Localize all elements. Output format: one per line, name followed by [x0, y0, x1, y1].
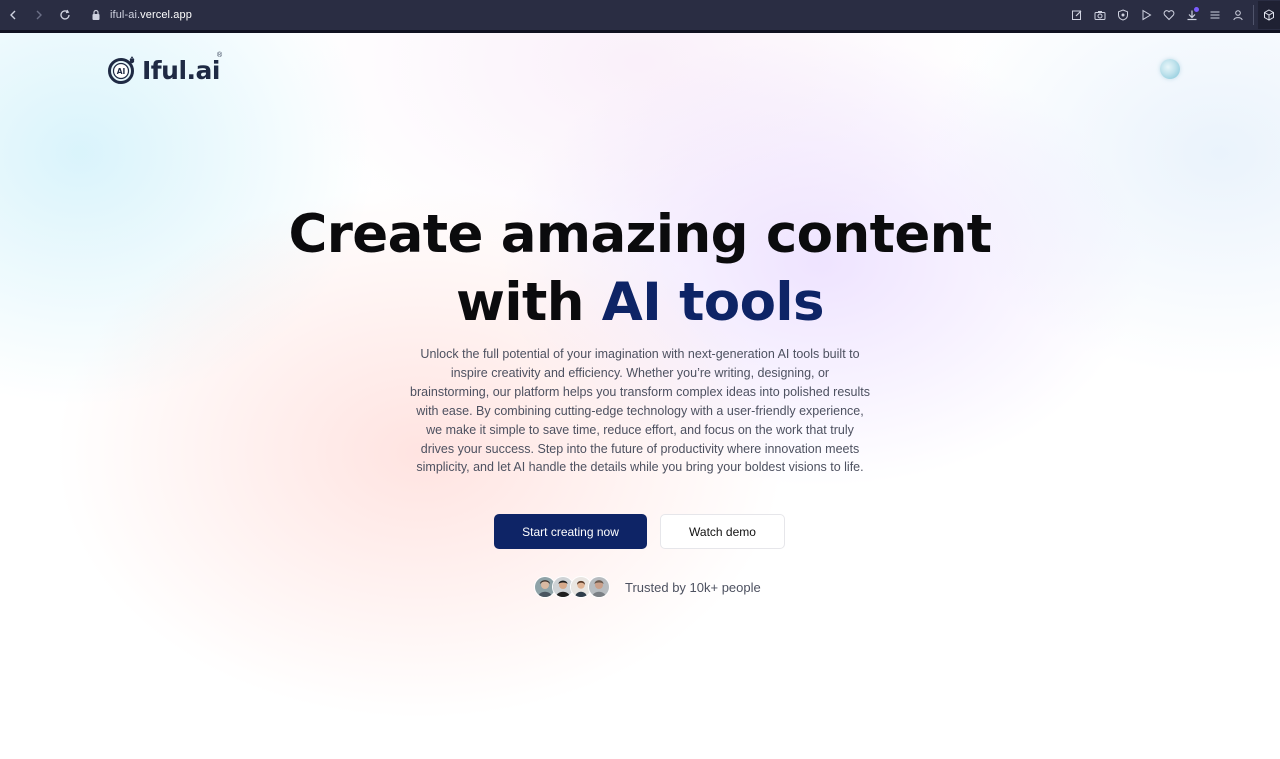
play-icon[interactable] [1134, 1, 1157, 29]
logo-text: Iful.ai [142, 55, 220, 85]
hero-title: Create amazing content with AI tools [0, 201, 1280, 337]
logo-registered-mark: ® [217, 52, 223, 59]
logo-badge: AI [117, 67, 126, 76]
watch-demo-button[interactable]: Watch demo [660, 514, 785, 549]
address-bar[interactable]: iful-ai.vercel.app [88, 4, 192, 26]
browser-nav [0, 1, 78, 29]
avatar-group [534, 576, 610, 598]
reload-icon[interactable] [52, 1, 78, 29]
toolbar-divider [1253, 5, 1254, 25]
lock-icon [88, 9, 104, 21]
profile-icon[interactable] [1226, 1, 1249, 29]
forward-icon[interactable] [26, 1, 52, 29]
shield-icon[interactable] [1111, 1, 1134, 29]
menu-icon[interactable] [1203, 1, 1226, 29]
browser-toolbar: iful-ai.vercel.app [0, 0, 1280, 30]
landing-page: AI Iful.ai ® Create amazing content with… [0, 33, 1280, 759]
hero-title-line2: with [456, 272, 602, 333]
hero-description: Unlock the full potential of your imagin… [410, 347, 870, 475]
hero-title-line1: Create amazing content [288, 204, 992, 265]
logo-icon: AI [108, 56, 135, 84]
browser-actions [1065, 0, 1280, 30]
trust-indicator: Trusted by 10k+ people [534, 576, 761, 598]
back-icon[interactable] [0, 1, 26, 29]
avatar [588, 576, 610, 598]
download-badge [1194, 7, 1199, 12]
theme-toggle-orb[interactable] [1160, 59, 1180, 79]
heart-icon[interactable] [1157, 1, 1180, 29]
url-host: vercel.app [140, 9, 192, 21]
url-text: iful-ai.vercel.app [110, 9, 192, 21]
hero-title-accent: AI tools [601, 272, 825, 333]
edit-icon[interactable] [1065, 1, 1088, 29]
download-icon[interactable] [1180, 1, 1203, 29]
camera-icon[interactable] [1088, 1, 1111, 29]
start-creating-button[interactable]: Start creating now [494, 514, 647, 549]
trust-text: Trusted by 10k+ people [625, 579, 761, 595]
url-prefix: iful-ai. [110, 9, 141, 21]
extension-icon[interactable] [1258, 1, 1280, 29]
site-logo[interactable]: AI Iful.ai ® [107, 52, 223, 85]
